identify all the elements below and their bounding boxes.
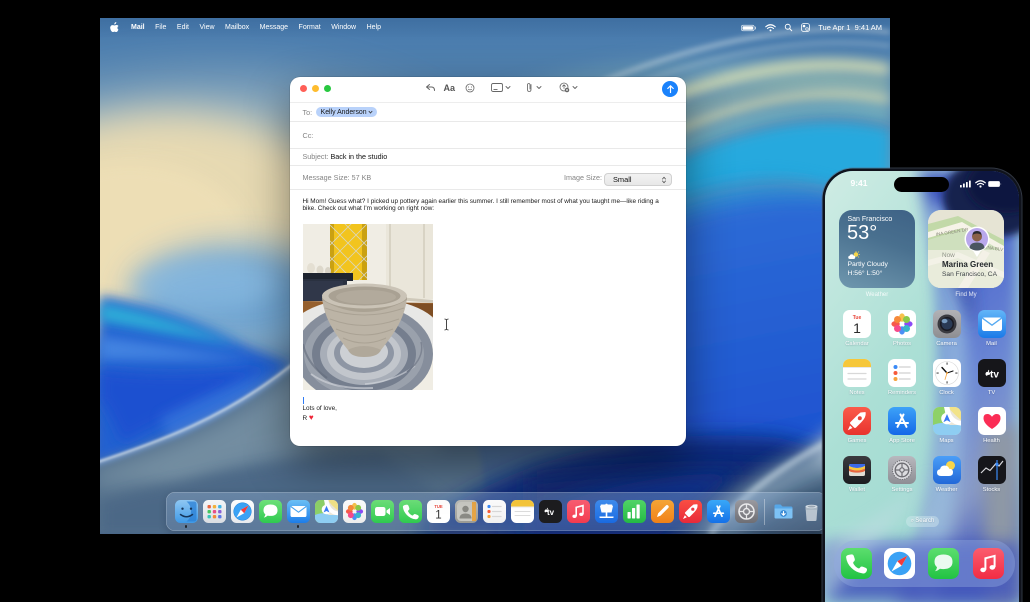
svg-text:1: 1 (435, 510, 441, 522)
svg-text:San Francisco, CA: San Francisco, CA (942, 271, 998, 278)
svg-text:TUE: TUE (434, 504, 443, 509)
svg-text:tv: tv (546, 508, 554, 517)
svg-text:1: 1 (853, 320, 861, 336)
svg-text:Now: Now (942, 252, 955, 259)
svg-text:tv: tv (990, 369, 999, 380)
svg-text:Marina Green: Marina Green (942, 260, 993, 269)
